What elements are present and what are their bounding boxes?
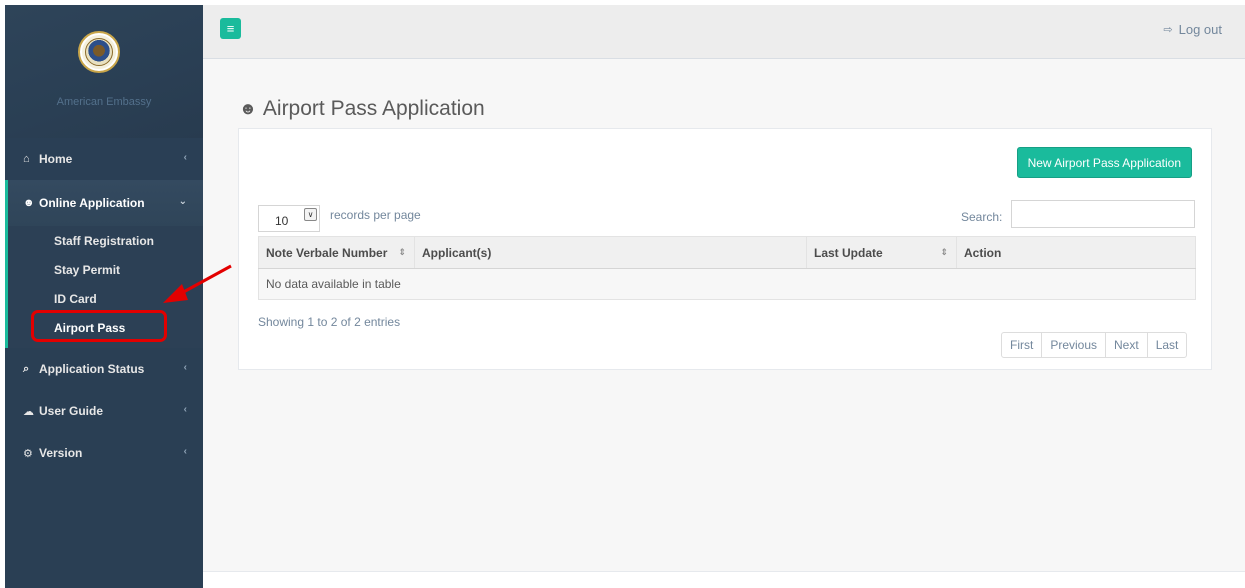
- column-header-label: Applicant(s): [422, 245, 492, 260]
- column-header-applicants[interactable]: Applicant(s): [414, 236, 807, 269]
- brand-area: American Embassy: [5, 5, 203, 138]
- sidebar-subitem-id-card[interactable]: ID Card: [8, 284, 203, 313]
- column-header-note-verbale[interactable]: Note Verbale Number ⇕: [258, 236, 415, 269]
- sidebar-subitem-stay-permit[interactable]: Stay Permit: [8, 255, 203, 284]
- hamburger-icon[interactable]: ≡: [220, 18, 241, 39]
- table-row: No data available in table: [258, 268, 1196, 300]
- sidebar-nav: ⌂ Home ‹ ☻ Online Application ⌄ Staff Re…: [5, 138, 203, 474]
- column-header-action[interactable]: Action: [956, 236, 1196, 269]
- app-frame: American Embassy ⌂ Home ‹ ☻ Online Appli…: [5, 5, 1245, 588]
- applications-table: Note Verbale Number ⇕ Applicant(s) Last …: [258, 236, 1196, 300]
- records-per-page-value: 10: [275, 214, 289, 228]
- search-icon: ⌕: [23, 362, 30, 375]
- user-icon: ☻: [23, 197, 35, 209]
- chevron-down-icon: ∨: [304, 208, 317, 221]
- column-header-label: Action: [964, 245, 1002, 260]
- brand-name: American Embassy: [56, 96, 152, 108]
- sidebar-subitem-staff-registration[interactable]: Staff Registration: [8, 226, 203, 255]
- column-header-last-update[interactable]: Last Update ⇕: [806, 236, 957, 269]
- sidebar-item-version[interactable]: ⚙ Version ‹: [5, 432, 203, 474]
- records-per-page-select[interactable]: 10 ∨: [258, 205, 320, 232]
- sidebar-item-label: Version: [39, 446, 83, 460]
- new-airport-pass-button[interactable]: New Airport Pass Application: [1016, 147, 1192, 178]
- page-title-text: Airport Pass Application: [262, 97, 485, 120]
- search-input[interactable]: [1011, 200, 1195, 228]
- chevron-down-icon: ⌄: [178, 196, 187, 207]
- sort-icon: ⇕: [398, 247, 406, 257]
- sidebar-item-label: Online Application: [39, 196, 145, 210]
- search-label: Search:: [961, 210, 1003, 224]
- logout-label: Log out: [1178, 22, 1222, 37]
- content-panel: New Airport Pass Application 10 ∨ record…: [238, 128, 1212, 370]
- sidebar-item-label: Application Status: [39, 362, 145, 376]
- records-per-page-label: records per page: [330, 208, 421, 222]
- column-header-label: Last Update: [814, 245, 883, 260]
- annotation-highlight-box: [31, 310, 167, 342]
- gears-icon: ⚙: [23, 447, 33, 460]
- pagination-previous[interactable]: Previous: [1042, 333, 1107, 357]
- chevron-left-icon: ‹: [183, 152, 187, 163]
- home-icon: ⌂: [23, 153, 30, 165]
- sidebar-item-application-status[interactable]: ⌕ Application Status ‹: [5, 348, 203, 390]
- pagination-last[interactable]: Last: [1148, 333, 1187, 357]
- sort-icon: ⇕: [940, 247, 948, 257]
- pagination: First Previous Next Last: [1001, 332, 1188, 358]
- column-header-label: Note Verbale Number: [266, 245, 388, 260]
- chevron-left-icon: ‹: [183, 446, 187, 457]
- sidebar-item-online-application[interactable]: ☻ Online Application ⌄: [8, 180, 203, 226]
- sidebar-item-label: User Guide: [39, 404, 104, 418]
- sidebar-item-user-guide[interactable]: ☁ User Guide ‹: [5, 390, 203, 432]
- user-icon: ☻: [239, 99, 257, 118]
- table-info: Showing 1 to 2 of 2 entries: [258, 315, 401, 329]
- pagination-first[interactable]: First: [1002, 333, 1043, 357]
- logout-link[interactable]: ⇨ Log out: [1163, 22, 1222, 37]
- sidebar-item-home[interactable]: ⌂ Home ‹: [5, 138, 203, 180]
- embassy-seal-logo: [78, 31, 120, 73]
- sign-out-icon: ⇨: [1163, 24, 1173, 36]
- table-header-row: Note Verbale Number ⇕ Applicant(s) Last …: [258, 236, 1196, 269]
- sidebar: American Embassy ⌂ Home ‹ ☻ Online Appli…: [5, 5, 203, 588]
- chevron-left-icon: ‹: [183, 404, 187, 415]
- footer: [203, 571, 1245, 588]
- page-title: ☻ Airport Pass Application: [239, 97, 485, 121]
- cloud-icon: ☁: [23, 405, 34, 418]
- chevron-left-icon: ‹: [183, 362, 187, 373]
- top-navbar: ≡ ⇨ Log out: [203, 5, 1245, 59]
- sidebar-item-label: Home: [39, 152, 73, 166]
- pagination-next[interactable]: Next: [1106, 333, 1148, 357]
- empty-table-message: No data available in table: [258, 268, 1196, 300]
